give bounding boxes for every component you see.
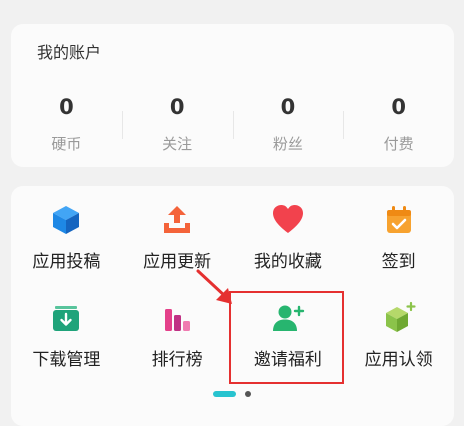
- menu-item-invite-rewards[interactable]: 邀请福利: [233, 284, 344, 382]
- menu-item-checkin[interactable]: 签到: [343, 186, 454, 284]
- menu-item-leaderboard[interactable]: 排行榜: [122, 284, 233, 382]
- upload-icon: [160, 203, 194, 237]
- stat-label: 硬币: [51, 135, 82, 153]
- menu-item-app-update[interactable]: 应用更新: [122, 186, 233, 284]
- menu-item-label: 应用更新: [143, 252, 212, 272]
- menu-item-label: 签到: [381, 252, 416, 272]
- stat-label: 关注: [162, 135, 193, 153]
- cube-icon: [49, 203, 83, 237]
- stat-value: 0: [169, 95, 185, 119]
- page-dot-active[interactable]: [213, 391, 236, 397]
- menu-item-label: 应用投稿: [32, 252, 101, 272]
- menu-item-app-claim[interactable]: 应用认领: [343, 284, 454, 382]
- stat-fans[interactable]: 0 粉丝: [232, 91, 344, 161]
- add-user-icon: [271, 301, 305, 335]
- stat-coins[interactable]: 0 硬币: [11, 91, 122, 161]
- bar-chart-icon: [160, 301, 194, 335]
- stat-value: 0: [280, 95, 296, 119]
- menu-item-downloads[interactable]: 下载管理: [11, 284, 122, 382]
- menu-item-label: 排行榜: [151, 350, 203, 370]
- menu-item-label: 邀请福利: [253, 350, 322, 370]
- stat-value: 0: [391, 95, 406, 119]
- download-box-icon: [49, 301, 83, 335]
- menu-item-label: 下载管理: [32, 350, 101, 370]
- stat-following[interactable]: 0 关注: [121, 91, 233, 161]
- page-dot[interactable]: [245, 391, 251, 397]
- account-stats: 0 硬币 0 关注 0 粉丝 0 付费: [11, 91, 454, 161]
- page-indicator: [0, 390, 464, 400]
- menu-item-label: 应用认领: [364, 350, 433, 370]
- features-grid: 应用投稿 应用更新 我的收藏 签到 下载管理 排行榜 邀请福利 应用认领: [11, 186, 454, 382]
- stat-paid[interactable]: 0 付费: [343, 91, 454, 161]
- menu-item-favorites[interactable]: 我的收藏: [233, 186, 344, 284]
- stat-value: 0: [59, 95, 74, 119]
- stat-label: 粉丝: [272, 135, 303, 153]
- menu-item-app-submit[interactable]: 应用投稿: [11, 186, 122, 284]
- calendar-check-icon: [382, 203, 416, 237]
- heart-icon: [271, 203, 305, 237]
- account-title: 我的账户: [37, 43, 102, 62]
- account-card: 我的账户 0 硬币 0 关注 0 粉丝 0 付费: [11, 24, 454, 167]
- menu-item-label: 我的收藏: [253, 252, 322, 272]
- stat-label: 付费: [383, 135, 414, 153]
- cube-plus-icon: [382, 301, 416, 335]
